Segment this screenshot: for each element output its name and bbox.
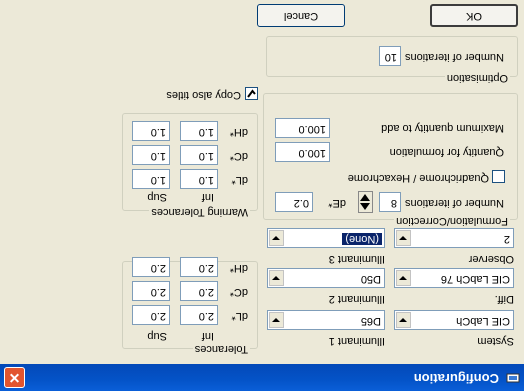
system-select[interactable]: CIE LabCh (394, 310, 514, 330)
warn-dh-inf-value: 1.0 (198, 126, 214, 138)
de-value: 0.2 (293, 197, 309, 209)
illuminant3-select[interactable]: (None) (267, 228, 385, 248)
chevron-down-icon[interactable] (396, 312, 411, 328)
warn-dh-label: dH* (229, 126, 248, 138)
illuminant1-label: Illuminant 1 (328, 335, 385, 347)
illuminant2-select[interactable]: D50 (267, 268, 385, 288)
max-quantity-label: Maximum quantity to add (381, 122, 504, 134)
warn-inf-label: Inf (201, 191, 214, 203)
system-value: CIE LabCh (456, 315, 510, 327)
diff-value: CIE LabCh 76 (440, 273, 510, 285)
illuminant3-label: Illuminant 3 (328, 253, 385, 265)
tol-dc-sup-value: 2.0 (150, 286, 166, 298)
tol-dl-sup-input[interactable]: 2.0 (132, 305, 170, 325)
chevron-down-icon[interactable] (269, 312, 284, 328)
warn-dl-sup-value: 1.0 (150, 174, 166, 186)
chevron-down-icon[interactable] (396, 270, 411, 286)
tol-dl-sup-value: 2.0 (150, 310, 166, 322)
illuminant2-label: Illuminant 2 (328, 293, 385, 305)
warn-dc-sup-value: 1.0 (150, 150, 166, 162)
quantity-formulation-value: 100.0 (298, 147, 326, 159)
chevron-down-icon[interactable] (396, 230, 411, 246)
title-bar[interactable]: Configuration ✕ (0, 364, 524, 391)
optimisation-iterations-label: Number of iterations (404, 51, 504, 63)
warn-dh-sup-input[interactable]: 1.0 (132, 121, 170, 141)
tol-dl-inf-value: 2.0 (198, 310, 214, 322)
chevron-down-icon[interactable] (269, 230, 284, 246)
optimisation-iterations-value: 10 (384, 51, 397, 63)
check-icon (247, 89, 256, 98)
iterations-input[interactable]: 8 (379, 192, 401, 212)
observer-value: 2 (503, 233, 510, 245)
warn-dl-inf-input[interactable]: 1.0 (180, 169, 218, 189)
warn-dc-label: dC* (229, 150, 248, 162)
optimisation-iterations-input[interactable]: 10 (379, 46, 401, 66)
tol-dh-label: dH* (229, 262, 248, 274)
quantity-formulation-input[interactable]: 100.0 (275, 142, 330, 162)
cancel-button[interactable]: Cancel (257, 4, 345, 27)
quantity-formulation-label: Quantity for formulation (389, 146, 504, 158)
ok-button[interactable]: OK (430, 4, 518, 27)
warn-sup-label: Sup (147, 191, 167, 203)
de-input[interactable]: 0.2 (275, 192, 313, 212)
window-title: Configuration (413, 371, 499, 386)
chevron-down-icon[interactable] (269, 270, 284, 286)
close-button[interactable]: ✕ (4, 367, 25, 388)
warn-dh-sup-value: 1.0 (150, 126, 166, 138)
tol-dc-label: dC* (229, 286, 248, 298)
quadrichrome-label: Quadrichrome / Hexachrome (347, 172, 489, 184)
iterations-label: Number of iterations (404, 197, 504, 209)
tol-dh-inf-input[interactable]: 2.0 (180, 257, 218, 277)
illuminant3-value: (None) (342, 233, 382, 245)
illuminant2-value: D50 (360, 273, 381, 285)
iterations-spinner[interactable] (358, 191, 373, 213)
formulation-correction-title: Formulation/Correction (394, 215, 510, 227)
warn-dl-sup-input[interactable]: 1.0 (132, 169, 170, 189)
tol-dh-sup-input[interactable]: 2.0 (132, 257, 170, 277)
tol-dc-inf-input[interactable]: 2.0 (180, 281, 218, 301)
observer-select[interactable]: 2 (394, 228, 514, 248)
cancel-label: Cancel (283, 10, 319, 22)
warn-dc-sup-input[interactable]: 1.0 (132, 145, 170, 165)
tolerances-title: Tolerances (192, 343, 250, 355)
illuminant1-select[interactable]: D65 (267, 310, 385, 330)
warn-dc-inf-value: 1.0 (198, 150, 214, 162)
quadrichrome-checkbox[interactable] (492, 170, 505, 183)
illuminant1-value: D65 (360, 315, 381, 327)
ok-label: OK (466, 10, 482, 22)
de-label: dE* (328, 197, 346, 209)
tol-dc-inf-value: 2.0 (198, 286, 214, 298)
diff-label: Diff. (494, 293, 514, 305)
configuration-dialog: Configuration ✕ System CIE LabCh Illumin… (0, 0, 524, 391)
copy-titles-label: Copy also titles (166, 89, 241, 101)
observer-label: Observer (468, 253, 514, 265)
tol-dh-sup-value: 2.0 (150, 262, 166, 274)
tol-dh-inf-value: 2.0 (198, 262, 214, 274)
iterations-value: 8 (390, 197, 397, 209)
spin-up-icon[interactable] (360, 203, 370, 210)
tol-dc-sup-input[interactable]: 2.0 (132, 281, 170, 301)
tol-dl-inf-input[interactable]: 2.0 (180, 305, 218, 325)
warn-dc-inf-input[interactable]: 1.0 (180, 145, 218, 165)
tol-sup-label: Sup (147, 330, 167, 342)
system-label: System (477, 335, 514, 347)
tol-inf-label: Inf (201, 330, 214, 342)
tol-dl-label: dL* (231, 310, 248, 322)
spin-down-icon[interactable] (360, 194, 370, 201)
diff-select[interactable]: CIE LabCh 76 (394, 268, 514, 288)
warn-dl-inf-value: 1.0 (198, 174, 214, 186)
warning-tolerances-title: Warning Tolerances (149, 206, 250, 218)
optimisation-title: Optimisation (444, 72, 510, 84)
close-icon: ✕ (8, 370, 21, 386)
max-quantity-input[interactable]: 100.0 (275, 118, 330, 138)
copy-titles-checkbox[interactable] (245, 87, 258, 100)
max-quantity-value: 100.0 (298, 123, 326, 135)
app-icon (506, 373, 520, 383)
warn-dl-label: dL* (231, 174, 248, 186)
warn-dh-inf-input[interactable]: 1.0 (180, 121, 218, 141)
